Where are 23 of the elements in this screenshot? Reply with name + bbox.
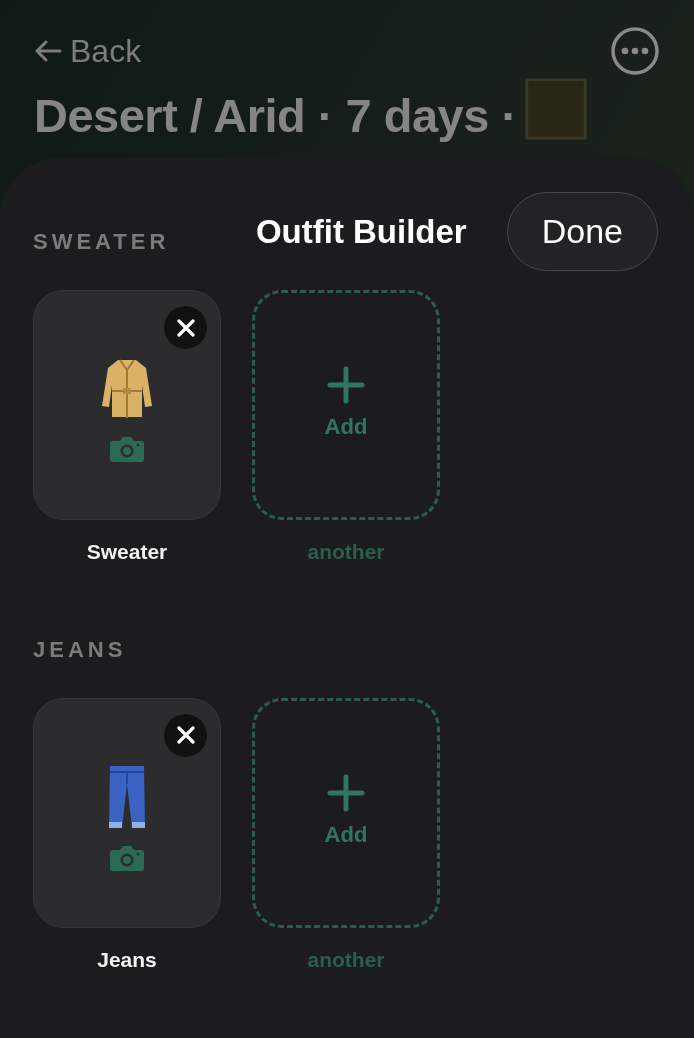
section-heading: SWEATER (33, 230, 170, 255)
more-icon[interactable] (610, 26, 660, 76)
item-tile[interactable] (33, 697, 221, 928)
close-button[interactable] (164, 713, 207, 757)
section-heading: JEANS (33, 637, 127, 662)
item-tile[interactable] (33, 290, 221, 521)
page-title: Desert / Arid · 7 days · (34, 90, 517, 142)
item-label: Jeans (97, 946, 157, 973)
close-icon (176, 726, 195, 745)
sheet-title: Outfit Builder (255, 211, 467, 252)
close-icon (176, 318, 195, 337)
back-link[interactable]: Back (34, 35, 142, 67)
plus-icon (327, 366, 365, 405)
add-caption: another (307, 539, 385, 566)
jeans-icon (107, 763, 147, 830)
plus-icon (327, 773, 365, 812)
item-label: Sweater (86, 539, 168, 566)
done-button[interactable]: Done (506, 192, 658, 272)
back-arrow-icon (34, 39, 62, 63)
add-tile[interactable]: Add (252, 697, 440, 928)
add-tile[interactable]: Add (252, 290, 440, 521)
close-button[interactable] (164, 306, 207, 350)
add-caption: another (307, 946, 385, 973)
